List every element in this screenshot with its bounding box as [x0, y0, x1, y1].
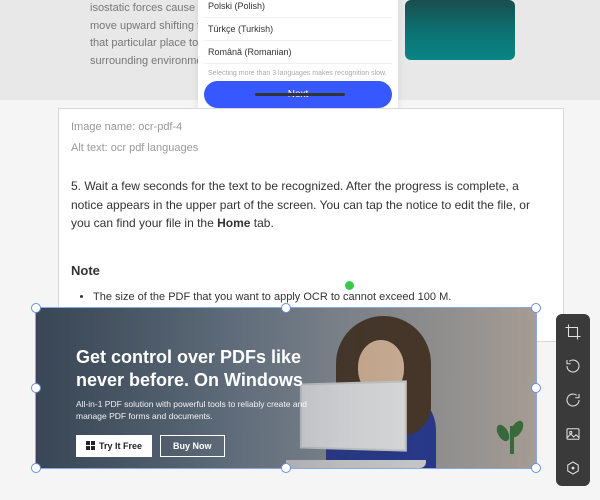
try-free-button[interactable]: Try It Free	[76, 435, 152, 457]
promo-heading: Get control over PDFs like never before.…	[76, 346, 336, 391]
list-item: The size of the PDF that you want to app…	[93, 289, 551, 306]
resize-handle-br[interactable]	[531, 463, 541, 473]
buy-now-button[interactable]: Buy Now	[160, 435, 225, 457]
resize-handle-tr[interactable]	[531, 303, 541, 313]
crop-icon[interactable]	[563, 322, 583, 342]
try-free-label: Try It Free	[99, 441, 142, 451]
selected-image[interactable]: Get control over PDFs like never before.…	[36, 308, 536, 468]
resize-handle-mr[interactable]	[531, 383, 541, 393]
language-option[interactable]: Română (Romanian)	[204, 41, 392, 64]
language-option[interactable]: Polski (Polish)	[204, 0, 392, 18]
resize-handle-mt[interactable]	[281, 303, 291, 313]
rotate-cw-icon[interactable]	[563, 390, 583, 410]
resize-handle-bl[interactable]	[31, 463, 41, 473]
replace-image-icon[interactable]	[563, 424, 583, 444]
phone-preview-area: isostatic forces cause move upward shift…	[0, 0, 600, 100]
language-modal: Polski (Polish) Türkçe (Turkish) Română …	[198, 0, 398, 116]
scenic-thumbnail	[405, 0, 515, 60]
home-tab-word: Home	[217, 216, 250, 230]
more-options-icon[interactable]	[563, 458, 583, 478]
comment-anchor-icon[interactable]	[345, 281, 354, 290]
step-5-main: 5. Wait a few seconds for the text to be…	[71, 179, 530, 230]
windows-icon	[86, 441, 95, 450]
image-name-field[interactable]: Image name: ocr-pdf-4	[71, 119, 551, 136]
image-toolbar	[556, 314, 590, 486]
alt-text-field[interactable]: Alt text: ocr pdf languages	[71, 140, 551, 157]
home-indicator	[255, 93, 345, 96]
resize-handle-tl[interactable]	[31, 303, 41, 313]
promo-banner: Get control over PDFs like never before.…	[36, 308, 536, 468]
promo-subtext: All-in-1 PDF solution with powerful tool…	[76, 399, 336, 423]
resize-handle-mb[interactable]	[281, 463, 291, 473]
note-heading: Note	[71, 261, 551, 281]
rotate-ccw-icon[interactable]	[563, 356, 583, 376]
language-option[interactable]: Türkçe (Turkish)	[204, 18, 392, 41]
resize-handle-ml[interactable]	[31, 383, 41, 393]
step-5-tail: tab.	[250, 216, 273, 230]
step-5-text: 5. Wait a few seconds for the text to be…	[71, 177, 551, 233]
document-body: Image name: ocr-pdf-4 Alt text: ocr pdf …	[58, 108, 564, 342]
language-note: Selecting more than 3 languages makes re…	[204, 64, 392, 81]
